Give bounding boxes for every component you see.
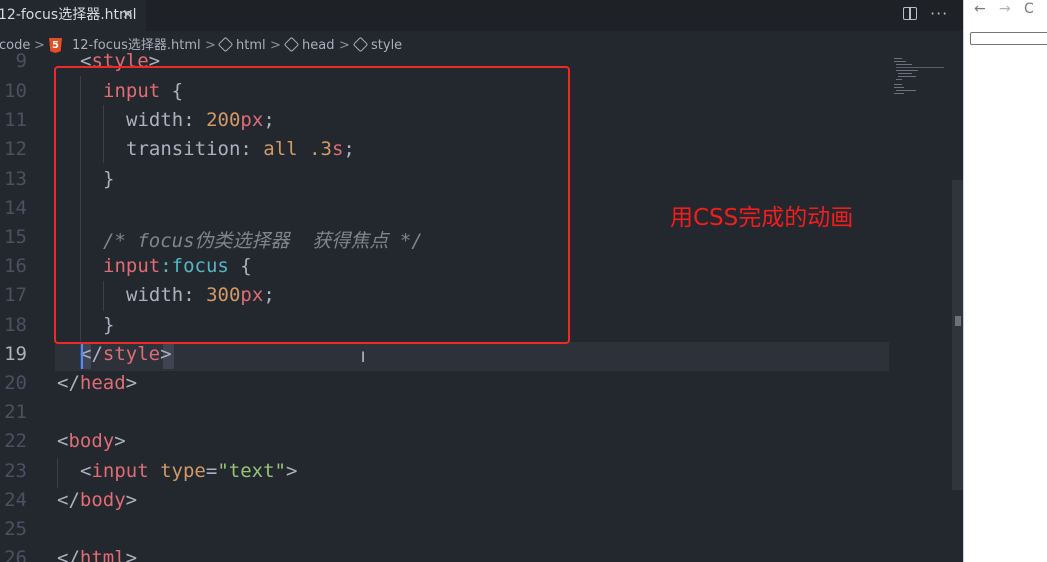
code-token: </ (57, 372, 80, 394)
code-editor: 12-focus选择器.html ✕ ··· code > 5 12-focus… (0, 0, 963, 562)
html5-file-icon: 5 (49, 38, 62, 53)
line-number: 24 (4, 489, 27, 511)
line-number: 23 (4, 460, 27, 482)
symbol-element-icon (283, 36, 300, 53)
code-line: </body> (57, 489, 137, 511)
line-number: 13 (4, 168, 27, 190)
line-number: 11 (4, 109, 27, 131)
line-number: 15 (4, 226, 27, 248)
vertical-scrollbar[interactable] (952, 180, 963, 490)
symbol-element-icon (217, 36, 234, 53)
code-token: < (57, 430, 69, 452)
preview-text-input[interactable] (970, 32, 1047, 45)
code-token: > (114, 430, 126, 452)
line-number: 18 (4, 314, 27, 336)
annotation-highlight-box (54, 66, 570, 344)
breadcrumb-separator: > (270, 38, 281, 53)
forward-arrow-icon[interactable]: → (999, 1, 1011, 17)
current-line-highlight (55, 342, 889, 371)
code-token: > (125, 547, 138, 562)
line-number: 10 (4, 80, 27, 102)
code-token: </ (57, 547, 80, 562)
code-token: html (79, 547, 126, 562)
code-token: body (79, 489, 126, 511)
breadcrumb-item-style[interactable]: style (371, 36, 402, 56)
code-token: type (148, 460, 206, 482)
code-token: > (285, 460, 298, 482)
annotation-text: 用CSS完成的动画 (670, 205, 854, 231)
code-token: > (160, 343, 172, 365)
text-cursor (81, 343, 83, 369)
code-token: </ (57, 489, 80, 511)
code-token: > (125, 489, 138, 511)
line-number: 16 (4, 255, 27, 277)
breadcrumb-separator: > (205, 38, 216, 53)
more-actions-icon[interactable]: ··· (930, 4, 948, 23)
code-token: body (68, 430, 115, 452)
scrollbar-thumb[interactable] (955, 316, 961, 326)
code-token: style (102, 343, 161, 365)
close-icon[interactable]: ✕ (122, 0, 134, 31)
line-number: 21 (4, 401, 27, 423)
code-token: < (80, 460, 92, 482)
breadcrumb-item-html[interactable]: html (236, 36, 266, 56)
line-number: 25 (4, 518, 27, 540)
code-token: input (91, 460, 149, 482)
reload-icon[interactable]: C (1024, 1, 1034, 17)
tab-12-focus-html[interactable]: 12-focus选择器.html ✕ (0, 0, 146, 31)
breadcrumb-separator: > (34, 38, 45, 53)
line-number: 12 (4, 138, 27, 160)
line-number: 20 (4, 372, 27, 394)
code-token: "text" (217, 460, 286, 482)
line-number: 22 (4, 430, 27, 452)
line-number-active: 19 (4, 343, 27, 365)
editor-tab-bar: 12-focus选择器.html ✕ ··· (0, 0, 963, 31)
breadcrumb-separator: > (339, 38, 350, 53)
minimap[interactable] (892, 56, 948, 106)
code-token: > (125, 372, 138, 394)
code-token: = (205, 460, 218, 482)
symbol-element-icon (352, 36, 369, 53)
line-number: 17 (4, 284, 27, 306)
code-token: head (79, 372, 126, 394)
code-line: </style> (80, 343, 172, 365)
breadcrumb-item-head[interactable]: head (302, 36, 334, 56)
tab-title: 12-focus选择器.html (0, 7, 137, 23)
code-line: </html> (57, 547, 137, 562)
code-line: <input type="text"> (80, 460, 297, 482)
code-line: </head> (57, 372, 137, 394)
code-token: </ (80, 343, 103, 365)
code-line: <body> (57, 430, 126, 452)
mouse-ibeam-cursor-icon: I (361, 350, 366, 366)
line-number: 9 (15, 50, 27, 72)
browser-preview: ← → C (963, 0, 1047, 562)
split-editor-icon[interactable] (903, 7, 917, 20)
line-number: 14 (4, 197, 27, 219)
back-arrow-icon[interactable]: ← (974, 1, 986, 17)
indent-guide (57, 458, 58, 488)
line-number: 26 (4, 547, 27, 562)
